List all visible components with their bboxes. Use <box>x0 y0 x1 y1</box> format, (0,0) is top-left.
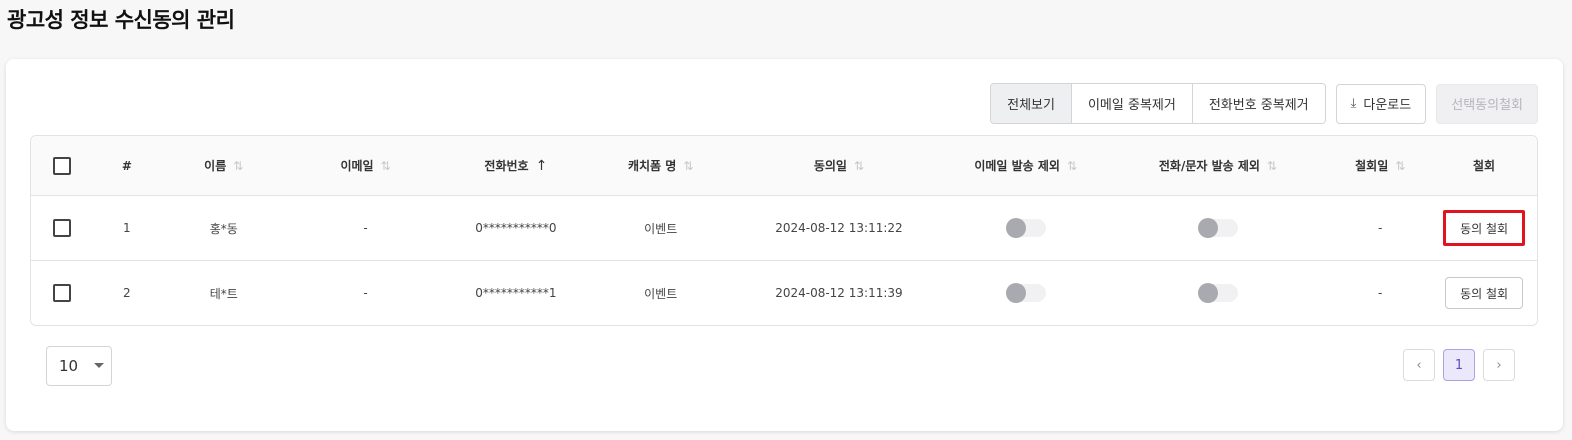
chevron-left-icon: ‹ <box>1416 357 1422 373</box>
select-all-checkbox[interactable] <box>53 156 72 175</box>
sort-icon[interactable]: ⇅ <box>683 159 693 173</box>
prev-page-button[interactable]: ‹ <box>1403 349 1435 381</box>
sort-icon[interactable]: ⇅ <box>233 159 243 173</box>
col-header-email-exclude[interactable]: 이메일 발송 제외 ⇅ <box>945 157 1107 174</box>
cell-phone: 0***********0 <box>475 221 557 235</box>
col-header-no: # <box>121 158 132 173</box>
consent-table: # 이름 ⇅ 이메일 ⇅ 전화번호 ↑ 캐치폼 명 ⇅ 동의일 ⇅ 이메일 발송 제외 ⇅ … <box>30 135 1538 326</box>
col-header-phone-label: 전화번호 <box>484 159 529 173</box>
page-size-value: 10 <box>59 357 79 375</box>
table-row: 1 홍*동 - 0***********0 이벤트 2024-08-12 13:… <box>31 195 1537 260</box>
col-header-agreed-at-label: 동의일 <box>813 159 847 173</box>
phone-exclude-toggle[interactable] <box>1197 283 1238 303</box>
email-exclude-toggle[interactable] <box>1005 218 1046 238</box>
col-header-form-label: 캐치폼 명 <box>627 159 677 173</box>
download-button[interactable]: ⤓ 다운로드 <box>1335 83 1427 124</box>
phone-exclude-toggle[interactable] <box>1197 218 1238 238</box>
cell-form: 이벤트 <box>644 286 678 301</box>
col-header-phone-exclude-label: 전화/문자 발송 제외 <box>1158 159 1260 173</box>
download-label: 다운로드 <box>1363 98 1412 113</box>
cell-no: 2 <box>123 286 131 300</box>
sort-asc-icon[interactable]: ↑ <box>536 158 548 174</box>
col-header-withdrawn-at[interactable]: 철회일 ⇅ <box>1329 157 1431 174</box>
chevron-right-icon: › <box>1496 357 1502 373</box>
col-header-email-exclude-label: 이메일 발송 제외 <box>974 159 1060 173</box>
page-size-select[interactable]: 10 <box>46 346 112 386</box>
sort-icon[interactable]: ⇅ <box>1395 159 1405 173</box>
table-header: # 이름 ⇅ 이메일 ⇅ 전화번호 ↑ 캐치폼 명 ⇅ 동의일 ⇅ 이메일 발송 제외 ⇅ … <box>31 136 1537 195</box>
page-title: 광고성 정보 수신동의 관리 <box>7 8 235 32</box>
col-header-email[interactable]: 이메일 ⇅ <box>288 157 444 174</box>
col-header-name[interactable]: 이름 ⇅ <box>160 157 288 174</box>
col-header-withdrawn-at-label: 철회일 <box>1355 159 1389 173</box>
col-header-form[interactable]: 캐치폼 명 ⇅ <box>588 157 733 174</box>
sort-icon[interactable]: ⇅ <box>1267 159 1277 173</box>
cell-name: 홍*동 <box>209 221 238 236</box>
cell-no: 1 <box>123 221 131 235</box>
col-header-name-label: 이름 <box>204 159 227 173</box>
filter-group: 전체보기 이메일 중복제거 전화번호 중복제거 <box>990 83 1326 124</box>
row-checkbox[interactable] <box>53 219 72 237</box>
col-header-agreed-at[interactable]: 동의일 ⇅ <box>733 157 945 174</box>
filter-phone-dedupe-button[interactable]: 전화번호 중복제거 <box>1191 84 1325 123</box>
filter-all-button[interactable]: 전체보기 <box>991 84 1071 123</box>
cell-email: - <box>363 221 368 235</box>
withdraw-selected-button[interactable]: 선택동의철회 <box>1436 83 1538 124</box>
col-header-phone[interactable]: 전화번호 ↑ <box>443 157 588 174</box>
cell-phone: 0***********1 <box>475 286 557 300</box>
pagination: ‹ 1 › <box>1395 349 1515 381</box>
sort-icon[interactable]: ⇅ <box>381 159 391 173</box>
withdraw-consent-button[interactable]: 동의 철회 <box>1445 277 1524 309</box>
cell-email: - <box>363 286 368 300</box>
filter-email-dedupe-button[interactable]: 이메일 중복제거 <box>1070 84 1192 123</box>
withdraw-consent-button[interactable]: 동의 철회 <box>1443 210 1526 246</box>
cell-withdrawn-at: - <box>1378 221 1383 235</box>
page-button-current[interactable]: 1 <box>1443 349 1475 381</box>
table-row: 2 테*트 - 0***********1 이벤트 2024-08-12 13:… <box>31 260 1537 325</box>
email-exclude-toggle[interactable] <box>1005 283 1046 303</box>
consent-card: 전체보기 이메일 중복제거 전화번호 중복제거 ⤓ 다운로드 선택동의철회 # … <box>6 59 1563 431</box>
cell-name: 테*트 <box>209 286 238 301</box>
cell-withdrawn-at: - <box>1378 286 1383 300</box>
cell-agreed-at: 2024-08-12 13:11:22 <box>775 221 903 235</box>
toolbar: 전체보기 이메일 중복제거 전화번호 중복제거 ⤓ 다운로드 선택동의철회 <box>990 83 1538 124</box>
cell-form: 이벤트 <box>644 221 678 236</box>
next-page-button[interactable]: › <box>1483 349 1515 381</box>
sort-icon[interactable]: ⇅ <box>1067 159 1077 173</box>
sort-icon[interactable]: ⇅ <box>854 159 864 173</box>
col-header-withdraw: 철회 <box>1473 159 1496 173</box>
col-header-phone-exclude[interactable]: 전화/문자 발송 제외 ⇅ <box>1107 157 1330 174</box>
cell-agreed-at: 2024-08-12 13:11:39 <box>775 286 903 300</box>
download-icon: ⤓ <box>1350 96 1357 111</box>
row-checkbox[interactable] <box>53 284 72 302</box>
caret-down-icon <box>94 363 104 368</box>
col-header-email-label: 이메일 <box>340 159 374 173</box>
